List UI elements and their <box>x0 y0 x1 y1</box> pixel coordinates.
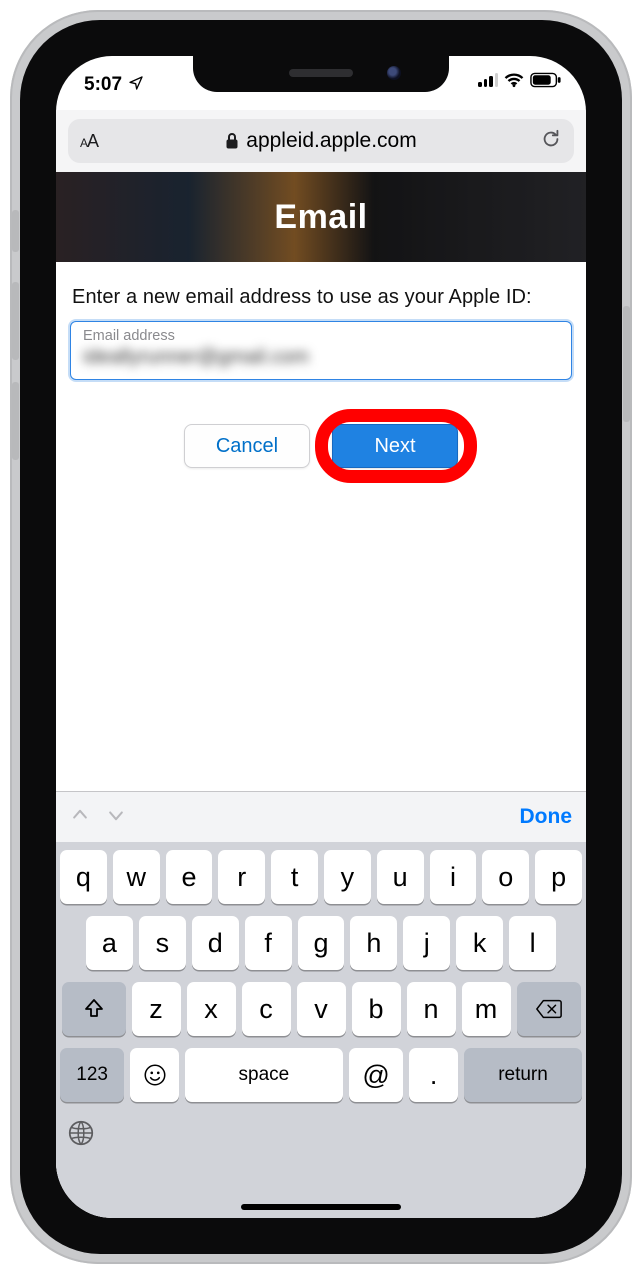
address-bar[interactable]: AA appleid.apple.com <box>68 119 574 163</box>
key-r[interactable]: r <box>218 850 265 904</box>
email-field-label: Email address <box>83 328 559 344</box>
onscreen-keyboard: qwertyuiop asdfghjkl zxcvbnm 123 <box>56 842 586 1218</box>
key-x[interactable]: x <box>187 982 236 1036</box>
key-l[interactable]: l <box>509 916 556 970</box>
prompt-text: Enter a new email address to use as your… <box>56 262 586 317</box>
key-q[interactable]: q <box>60 850 107 904</box>
key-a[interactable]: a <box>86 916 133 970</box>
globe-key[interactable] <box>66 1118 96 1154</box>
key-k[interactable]: k <box>456 916 503 970</box>
clock: 5:07 <box>84 74 122 96</box>
wifi-icon <box>504 72 524 88</box>
key-f[interactable]: f <box>245 916 292 970</box>
key-p[interactable]: p <box>535 850 582 904</box>
next-button-label: Next <box>374 435 415 458</box>
key-w[interactable]: w <box>113 850 160 904</box>
key-g[interactable]: g <box>298 916 345 970</box>
form-next-icon[interactable] <box>106 805 126 830</box>
cellular-signal-icon <box>478 73 498 87</box>
battery-icon <box>530 72 562 88</box>
key-i[interactable]: i <box>430 850 477 904</box>
key-b[interactable]: b <box>352 982 401 1036</box>
at-key[interactable]: @ <box>349 1048 403 1102</box>
side-button <box>623 306 630 422</box>
text-size-icon[interactable]: AA <box>80 131 98 152</box>
mute-switch <box>12 210 19 252</box>
status-bar: 5:07 <box>56 56 586 108</box>
browser-toolbar: AA appleid.apple.com <box>56 110 586 173</box>
lock-icon <box>225 132 239 150</box>
next-button[interactable]: Next <box>332 424 458 468</box>
url-text: appleid.apple.com <box>246 129 416 153</box>
phone-frame: 5:07 <box>10 10 632 1264</box>
key-m[interactable]: m <box>462 982 511 1036</box>
key-d[interactable]: d <box>192 916 239 970</box>
email-field[interactable]: Email address ideallyrunner@gmail.com <box>70 321 572 380</box>
volume-down-button <box>12 382 19 460</box>
key-z[interactable]: z <box>132 982 181 1036</box>
key-v[interactable]: v <box>297 982 346 1036</box>
volume-up-button <box>12 282 19 360</box>
keyboard-done-button[interactable]: Done <box>520 805 573 829</box>
email-field-value: ideallyrunner@gmail.com <box>83 346 559 369</box>
key-n[interactable]: n <box>407 982 456 1036</box>
page-header: Email <box>56 172 586 262</box>
space-key[interactable]: space <box>185 1048 343 1102</box>
shift-key[interactable] <box>62 982 126 1036</box>
home-indicator[interactable] <box>241 1204 401 1210</box>
form-prev-icon[interactable] <box>70 805 90 830</box>
return-key[interactable]: return <box>464 1048 582 1102</box>
key-row-3: zxcvbnm <box>60 982 582 1036</box>
location-services-icon <box>128 75 144 96</box>
emoji-key[interactable] <box>130 1048 179 1102</box>
key-u[interactable]: u <box>377 850 424 904</box>
page-title: Email <box>56 172 586 262</box>
key-s[interactable]: s <box>139 916 186 970</box>
key-e[interactable]: e <box>166 850 213 904</box>
key-j[interactable]: j <box>403 916 450 970</box>
key-t[interactable]: t <box>271 850 318 904</box>
key-o[interactable]: o <box>482 850 529 904</box>
key-row-4: 123 space @ . return <box>60 1048 582 1102</box>
reload-icon[interactable] <box>540 128 562 155</box>
key-y[interactable]: y <box>324 850 371 904</box>
keyboard-accessory-bar: Done <box>56 791 586 842</box>
key-c[interactable]: c <box>242 982 291 1036</box>
key-h[interactable]: h <box>350 916 397 970</box>
key-row-1: qwertyuiop <box>60 850 582 904</box>
cancel-button[interactable]: Cancel <box>184 424 310 468</box>
numbers-key[interactable]: 123 <box>60 1048 124 1102</box>
key-row-2: asdfghjkl <box>60 916 582 970</box>
dot-key[interactable]: . <box>409 1048 458 1102</box>
backspace-key[interactable] <box>517 982 581 1036</box>
